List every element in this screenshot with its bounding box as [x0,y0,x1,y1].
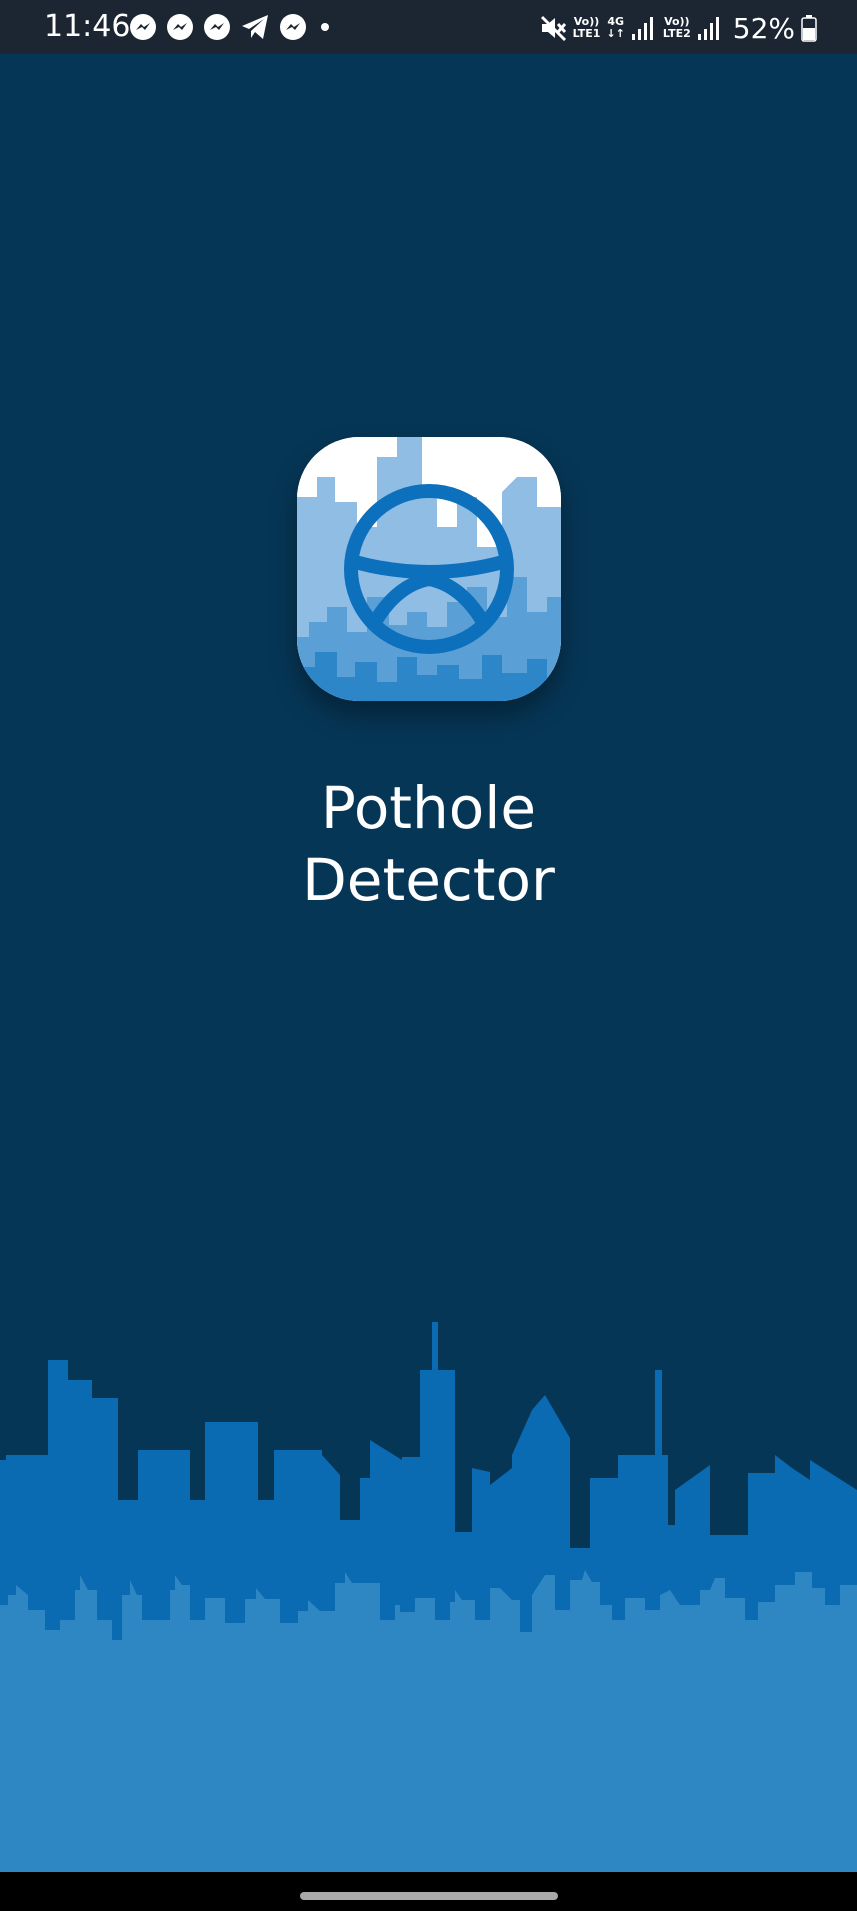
messenger-icon [204,14,230,40]
notification-icons [129,12,334,42]
sim1-volte-indicator: Vo)) LTE1 [572,15,601,40]
navigation-bar [0,1872,857,1911]
signal-icon [697,17,719,40]
messenger-icon [167,14,193,40]
app-title-line2: Detector [302,846,555,914]
battery-icon [801,15,817,42]
home-gesture-handle[interactable] [300,1892,558,1900]
battery-percent: 52% [732,11,795,45]
messenger-icon [280,14,306,40]
app-title: Pothole Detector [0,772,857,916]
signal-icon [631,17,653,40]
status-time: 11:46 [44,9,131,44]
steering-wheel-icon [297,437,561,701]
network-type-indicator: 4G ↓↑ [606,15,625,40]
telegram-icon [242,15,268,39]
messenger-icon [130,14,156,40]
skyline-front-layer [0,1570,857,1872]
status-right: Vo)) LTE1 4G ↓↑ Vo)) LTE2 52% [539,8,817,48]
splash-screen: 11:46 Vo)) LTE1 4G ↓↑ Vo)) LTE2 52% Poth… [0,0,857,1911]
mute-icon [540,15,566,42]
city-skyline-illustration [0,1322,857,1872]
app-title-line1: Pothole [320,774,537,842]
status-bar: 11:46 Vo)) LTE1 4G ↓↑ Vo)) LTE2 52% [0,0,857,54]
sim2-volte-indicator: Vo)) LTE2 [662,15,691,40]
app-icon [297,437,561,701]
more-dot-icon [321,23,329,31]
